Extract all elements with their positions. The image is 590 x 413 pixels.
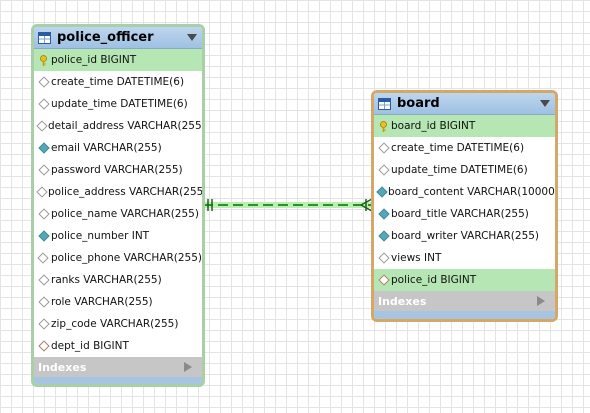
column-diamond-icon bbox=[37, 318, 50, 330]
column-row[interactable]: police_phone VARCHAR(255) bbox=[34, 247, 202, 269]
column-row[interactable]: ranks VARCHAR(255) bbox=[34, 269, 202, 291]
column-row[interactable]: police_number INT bbox=[34, 225, 202, 247]
column-diamond-icon bbox=[377, 252, 390, 264]
column-row[interactable]: update_time DATETIME(6) bbox=[34, 93, 202, 115]
column-label: password VARCHAR(255) bbox=[51, 164, 183, 176]
column-label: dept_id BIGINT bbox=[51, 340, 129, 352]
column-label: create_time DATETIME(6) bbox=[51, 76, 185, 88]
column-diamond-icon bbox=[37, 274, 50, 286]
table-icon bbox=[38, 31, 51, 44]
column-diamond-icon bbox=[37, 164, 50, 176]
table-footer bbox=[34, 377, 202, 384]
column-label: create_time DATETIME(6) bbox=[391, 142, 525, 154]
column-diamond-icon bbox=[377, 164, 390, 176]
column-row[interactable]: create_time DATETIME(6) bbox=[34, 71, 202, 93]
expand-arrow-icon[interactable] bbox=[537, 296, 549, 306]
column-row[interactable]: police_address VARCHAR(255) bbox=[34, 181, 202, 203]
column-diamond-icon bbox=[376, 186, 388, 198]
collapse-arrow-icon[interactable] bbox=[186, 33, 198, 42]
column-diamond-icon bbox=[37, 208, 50, 220]
column-label: police_phone VARCHAR(255) bbox=[50, 252, 202, 264]
column-diamond-icon bbox=[37, 252, 50, 264]
indexes-section[interactable]: Indexes bbox=[34, 357, 202, 377]
police-officer-table[interactable]: police_officer police_id BIGINT create_ti… bbox=[31, 24, 205, 387]
table-title: board bbox=[397, 96, 440, 111]
table-icon bbox=[378, 97, 391, 110]
column-list: police_id BIGINT create_time DATETIME(6) u… bbox=[34, 49, 202, 357]
column-diamond-icon bbox=[37, 230, 50, 242]
column-label: board_title VARCHAR(255) bbox=[391, 208, 529, 220]
column-label: detail_address VARCHAR(255) bbox=[48, 120, 205, 132]
column-label: board_id BIGINT bbox=[391, 120, 476, 132]
column-diamond-icon bbox=[377, 230, 390, 242]
column-row[interactable]: email VARCHAR(255) bbox=[34, 137, 202, 159]
board-table[interactable]: board board_id BIGINT create_time DATETIM… bbox=[371, 90, 558, 322]
column-row[interactable]: create_time DATETIME(6) bbox=[374, 137, 555, 159]
column-label: police_number INT bbox=[51, 230, 150, 242]
column-diamond-icon bbox=[37, 296, 50, 308]
column-label: police_id BIGINT bbox=[51, 54, 137, 66]
expand-arrow-icon[interactable] bbox=[184, 362, 196, 372]
indexes-section[interactable]: Indexes bbox=[374, 291, 555, 311]
column-row[interactable]: role VARCHAR(255) bbox=[34, 291, 202, 313]
column-label: board_content VARCHAR(10000) bbox=[388, 186, 558, 198]
column-label: views INT bbox=[391, 252, 442, 264]
column-row[interactable]: update_time DATETIME(6) bbox=[374, 159, 555, 181]
column-label: board_writer VARCHAR(255) bbox=[391, 230, 540, 242]
column-label: zip_code VARCHAR(255) bbox=[51, 318, 179, 330]
column-label: update_time DATETIME(6) bbox=[391, 164, 528, 176]
column-label: police_id BIGINT bbox=[391, 274, 477, 286]
column-row[interactable]: views INT bbox=[374, 247, 555, 269]
table-header[interactable]: police_officer bbox=[34, 27, 202, 49]
collapse-arrow-icon[interactable] bbox=[539, 99, 551, 108]
column-row[interactable]: board_writer VARCHAR(255) bbox=[374, 225, 555, 247]
indexes-label: Indexes bbox=[38, 360, 87, 374]
table-footer bbox=[374, 311, 555, 319]
table-header[interactable]: board bbox=[374, 93, 555, 115]
primary-key-row[interactable]: police_id BIGINT bbox=[34, 49, 202, 71]
column-row[interactable]: dept_id BIGINT bbox=[34, 335, 202, 357]
foreign-key-icon bbox=[377, 274, 390, 286]
column-row[interactable]: zip_code VARCHAR(255) bbox=[34, 313, 202, 335]
column-diamond-icon bbox=[37, 76, 50, 88]
column-label: update_time DATETIME(6) bbox=[51, 98, 188, 110]
primary-key-row[interactable]: board_id BIGINT bbox=[374, 115, 555, 137]
column-label: police_name VARCHAR(255) bbox=[51, 208, 199, 220]
column-row[interactable]: board_title VARCHAR(255) bbox=[374, 203, 555, 225]
foreign-key-icon bbox=[37, 340, 50, 352]
column-diamond-icon bbox=[37, 98, 50, 110]
column-diamond-icon bbox=[36, 120, 48, 132]
column-row[interactable]: police_id BIGINT bbox=[374, 269, 555, 291]
column-diamond-icon bbox=[36, 186, 48, 198]
indexes-label: Indexes bbox=[378, 294, 427, 308]
column-diamond-icon bbox=[37, 142, 50, 154]
column-row[interactable]: police_name VARCHAR(255) bbox=[34, 203, 202, 225]
table-title: police_officer bbox=[57, 30, 154, 45]
column-label: role VARCHAR(255) bbox=[51, 296, 153, 308]
column-row[interactable]: board_content VARCHAR(10000) bbox=[374, 181, 555, 203]
column-label: email VARCHAR(255) bbox=[51, 142, 162, 154]
column-list: board_id BIGINT create_time DATETIME(6) up… bbox=[374, 115, 555, 291]
primary-key-icon bbox=[38, 54, 49, 66]
column-diamond-icon bbox=[377, 142, 390, 154]
column-label: police_address VARCHAR(255) bbox=[48, 186, 205, 198]
column-diamond-icon bbox=[377, 208, 390, 220]
column-row[interactable]: detail_address VARCHAR(255) bbox=[34, 115, 202, 137]
column-row[interactable]: password VARCHAR(255) bbox=[34, 159, 202, 181]
primary-key-icon bbox=[378, 120, 389, 132]
column-label: ranks VARCHAR(255) bbox=[51, 274, 162, 286]
